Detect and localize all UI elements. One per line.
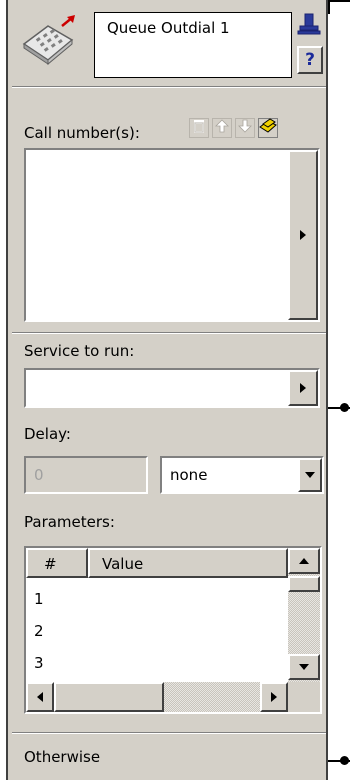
- delete-icon: [192, 119, 206, 137]
- parameters-header-num[interactable]: #: [26, 548, 88, 578]
- vertical-scrollbar[interactable]: [288, 548, 320, 682]
- chevron-down-icon: [299, 664, 309, 670]
- table-row[interactable]: 1: [26, 586, 288, 616]
- service-label: Service to run:: [24, 342, 135, 360]
- add-number-button[interactable]: [258, 118, 278, 138]
- parameters-header-value[interactable]: Value: [88, 548, 288, 578]
- delete-number-button[interactable]: [189, 118, 209, 138]
- delay-label: Delay:: [24, 425, 71, 443]
- move-up-icon: [215, 119, 229, 137]
- scroll-left-button[interactable]: [26, 682, 54, 712]
- header-separator: [12, 86, 326, 88]
- top-connector-line: [328, 0, 350, 2]
- parameters-table[interactable]: # Value 1 2 3: [24, 546, 322, 714]
- delay-field[interactable]: 0: [24, 456, 148, 494]
- move-down-button[interactable]: [235, 118, 255, 138]
- table-row-num: 3: [34, 654, 44, 672]
- add-number-icon: [259, 117, 277, 139]
- call-numbers-label: Call number(s):: [24, 124, 140, 142]
- node-title-box[interactable]: Queue Outdial 1: [94, 12, 292, 78]
- service-connector-dot[interactable]: [340, 403, 349, 412]
- scroll-corner: [288, 682, 320, 712]
- delay-value: 0: [34, 466, 44, 484]
- chevron-right-icon: [300, 230, 306, 240]
- outdial-node-panel: Queue Outdial 1 ? Call number(s): Servic…: [6, 0, 328, 780]
- lock-icon[interactable]: [297, 12, 321, 36]
- service-browse-button[interactable]: [288, 370, 318, 406]
- chevron-up-icon: [299, 558, 309, 564]
- node-title: Queue Outdial 1: [107, 19, 230, 37]
- move-down-icon: [238, 119, 252, 137]
- parameters-label: Parameters:: [24, 513, 115, 531]
- help-button[interactable]: ?: [297, 46, 323, 74]
- chevron-down-icon: [305, 472, 315, 478]
- chevron-right-icon: [300, 383, 306, 393]
- table-row-num: 2: [34, 622, 44, 640]
- horizontal-scrollbar[interactable]: [26, 682, 288, 712]
- otherwise-label: Otherwise: [24, 748, 101, 766]
- help-label: ?: [305, 50, 315, 70]
- table-row-num: 1: [34, 590, 44, 608]
- table-row[interactable]: 2: [26, 618, 288, 648]
- service-field[interactable]: [24, 368, 320, 408]
- vertical-scroll-thumb[interactable]: [288, 576, 320, 592]
- call-numbers-browse-button[interactable]: [288, 150, 318, 320]
- parameters-col-num: #: [44, 555, 57, 573]
- otherwise-separator: [12, 732, 326, 734]
- phone-icon: [18, 14, 78, 66]
- scroll-down-button[interactable]: [288, 654, 320, 680]
- call-numbers-separator: [12, 332, 326, 334]
- delay-unit-select[interactable]: none: [160, 456, 324, 494]
- chevron-left-icon: [37, 692, 43, 702]
- parameters-col-value: Value: [102, 555, 144, 573]
- chevron-right-icon: [271, 692, 277, 702]
- scroll-right-button[interactable]: [260, 682, 288, 712]
- move-up-button[interactable]: [212, 118, 232, 138]
- scroll-up-button[interactable]: [288, 548, 320, 574]
- top-connector-tick: [328, 0, 330, 14]
- horizontal-scroll-thumb[interactable]: [54, 682, 164, 712]
- delay-unit-value: none: [170, 466, 208, 484]
- otherwise-connector-dot[interactable]: [340, 756, 349, 765]
- delay-unit-dropdown-button[interactable]: [298, 458, 322, 492]
- table-row[interactable]: 3: [26, 650, 288, 674]
- call-numbers-list[interactable]: [24, 148, 320, 322]
